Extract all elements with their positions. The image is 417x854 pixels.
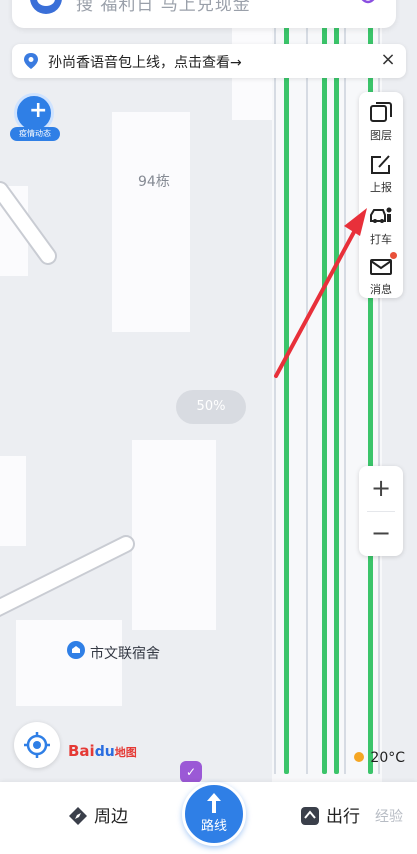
- locate-icon: [24, 732, 50, 758]
- poi-label[interactable]: 市文联宿舍: [90, 643, 160, 663]
- poi-pin-icon[interactable]: [66, 640, 86, 662]
- report-label: 上报: [370, 181, 392, 194]
- report-icon: [371, 155, 390, 174]
- zoom-out-button[interactable]: −: [359, 511, 403, 556]
- road-lane: [274, 0, 276, 774]
- search-placeholder[interactable]: 搜 福利日 马上兑现金: [76, 0, 251, 15]
- location-pin-icon: [24, 53, 38, 69]
- map-canvas[interactable]: 94栋 市文联宿舍 50%: [0, 0, 417, 854]
- nav-nearby-label: 周边: [94, 807, 128, 827]
- nav-travel-label: 出行: [326, 807, 360, 827]
- baidu-map-logo: Baidu地图: [68, 742, 137, 760]
- traffic-line: [284, 0, 289, 774]
- locate-button[interactable]: [14, 722, 60, 768]
- layers-icon: [370, 102, 392, 122]
- search-bar[interactable]: 搜 福利日 马上兑现金: [12, 0, 396, 28]
- messages-label: 消息: [370, 283, 392, 296]
- voice-icon[interactable]: [356, 0, 380, 10]
- zoom-control: + −: [359, 466, 403, 556]
- notice-text[interactable]: 孙尚香语音包上线，点击查看→: [48, 52, 242, 72]
- epidemic-label: 疫情动态: [10, 127, 60, 141]
- map-toolbar: 图层 上报 打车 消息: [359, 92, 403, 298]
- traffic-line: [334, 0, 339, 774]
- route-button[interactable]: 路线: [182, 782, 246, 846]
- messages-button[interactable]: 消息: [359, 248, 403, 298]
- nav-travel[interactable]: 出行: [300, 802, 360, 827]
- close-icon[interactable]: ×: [378, 50, 398, 70]
- route-label: 路线: [200, 819, 227, 834]
- voice-pack-notice[interactable]: 孙尚香语音包上线，点击查看→ ×: [12, 44, 406, 78]
- weather-indicator[interactable]: 20°C: [354, 750, 405, 766]
- route-arrow-icon: [207, 793, 221, 813]
- report-button[interactable]: 上报: [359, 146, 403, 196]
- taxi-icon: [370, 207, 392, 223]
- taxi-button[interactable]: 打车: [359, 198, 403, 248]
- building-label: 94栋: [138, 174, 170, 190]
- unread-dot: [390, 252, 397, 259]
- avatar[interactable]: [30, 0, 62, 14]
- epidemic-button[interactable]: + 疫情动态: [10, 93, 60, 141]
- watermark: 经验: [375, 809, 403, 825]
- layers-label: 图层: [370, 129, 392, 142]
- shopping-bag-icon[interactable]: ✓: [180, 761, 202, 783]
- layers-button[interactable]: 图层: [359, 94, 403, 144]
- taxi-label: 打车: [370, 233, 392, 246]
- road-lane: [306, 0, 308, 774]
- travel-icon: [301, 807, 319, 825]
- zoom-in-button[interactable]: +: [359, 466, 403, 511]
- map-percent-chip: 50%: [176, 390, 246, 424]
- mail-icon: [370, 259, 392, 275]
- nav-nearby[interactable]: 周边: [68, 802, 128, 827]
- temperature: 20°C: [370, 750, 405, 766]
- road-lane: [344, 0, 346, 774]
- sun-icon: [354, 752, 365, 762]
- traffic-line: [322, 0, 327, 774]
- compass-icon: [69, 807, 87, 825]
